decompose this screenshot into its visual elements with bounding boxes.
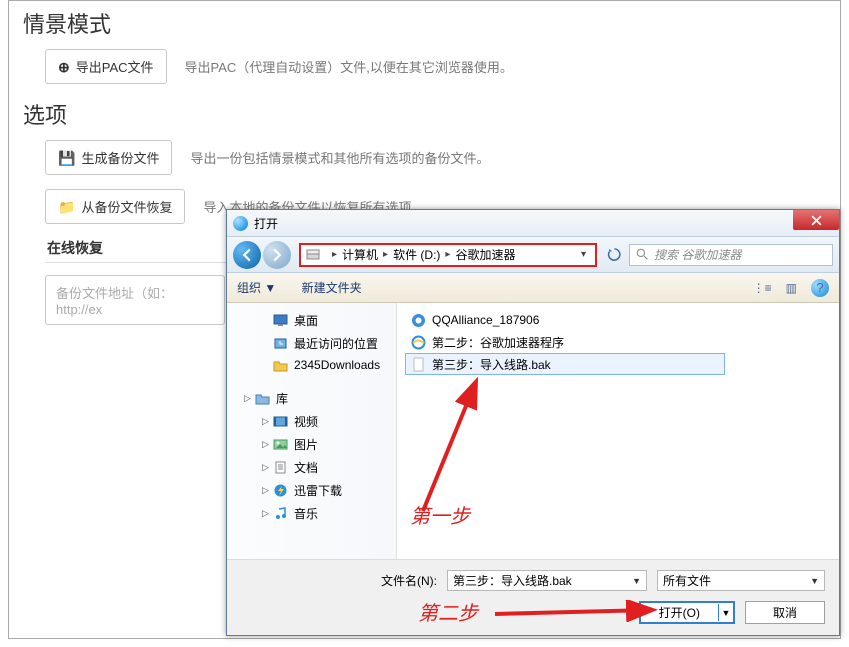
new-folder-button[interactable]: 新建文件夹 <box>302 281 362 295</box>
app-icon <box>233 216 248 231</box>
thunder-icon <box>272 484 288 498</box>
button-label: 生成备份文件 <box>81 148 159 167</box>
file-list[interactable]: QQAlliance_187906 第二步：谷歌加速器程序第三步：导入线路.bak <box>397 303 839 559</box>
download-icon: ⊕ <box>58 60 70 74</box>
tree-item[interactable]: ▷音乐 <box>231 502 392 525</box>
filename-input[interactable]: 第三步：导入线路.bak ▼ <box>447 570 647 591</box>
tree-item[interactable]: ▷文档 <box>231 456 392 479</box>
chevron-down-icon[interactable]: ▼ <box>632 576 641 586</box>
tree-item-label: 2345Downloads <box>294 358 380 372</box>
restore-local-button[interactable]: 📁 从备份文件恢复 <box>45 189 185 224</box>
tree-item[interactable]: ▷视频 <box>231 410 392 433</box>
tree-item-label: 音乐 <box>294 505 318 522</box>
scene-mode-heading: 情景模式 <box>23 7 840 39</box>
open-button-label: 打开(O) <box>641 604 719 621</box>
refresh-icon <box>607 247 622 262</box>
crumb-drive[interactable]: 软件 (D:) <box>393 246 440 263</box>
breadcrumb-sep-icon: ▸ <box>332 249 337 260</box>
options-heading: 选项 <box>23 98 840 130</box>
export-pac-button[interactable]: ⊕ 导出PAC文件 <box>45 49 167 84</box>
breadcrumb-drop-icon[interactable]: ▾ <box>581 249 586 260</box>
chevron-down-icon[interactable]: ▼ <box>719 608 733 618</box>
search-icon <box>636 248 649 261</box>
filename-value: 第三步：导入线路.bak <box>453 572 572 589</box>
open-button[interactable]: 打开(O) ▼ <box>639 601 735 624</box>
search-placeholder: 搜索 谷歌加速器 <box>654 246 741 263</box>
crumb-folder[interactable]: 谷歌加速器 <box>455 246 515 263</box>
tree-item[interactable]: ▷图片 <box>231 433 392 456</box>
tree-item[interactable]: ▷库 <box>231 387 392 410</box>
cancel-button[interactable]: 取消 <box>745 601 825 624</box>
library-icon <box>254 392 270 406</box>
tree-item-label: 文档 <box>294 459 318 476</box>
nav-forward-button[interactable] <box>263 241 291 269</box>
filename-label: 文件名(N): <box>381 572 437 589</box>
filter-label: 所有文件 <box>663 572 711 589</box>
tree-item[interactable]: ▷迅雷下载 <box>231 479 392 502</box>
document-icon <box>272 461 288 475</box>
file-item-label: 第三步：导入线路.bak <box>432 356 551 373</box>
tree-item-label: 桌面 <box>294 312 318 329</box>
tree-item-label: 迅雷下载 <box>294 482 342 499</box>
nav-back-button[interactable] <box>233 241 261 269</box>
dialog-title: 打开 <box>254 215 278 232</box>
generate-backup-desc: 导出一份包括情景模式和其他所有选项的备份文件。 <box>190 148 489 167</box>
search-input[interactable]: 搜索 谷歌加速器 <box>629 244 833 266</box>
qq-icon <box>410 312 426 328</box>
save-icon: 💾 <box>58 151 75 165</box>
help-button[interactable]: ? <box>811 279 829 297</box>
filetype-select[interactable]: 所有文件 ▼ <box>657 570 825 591</box>
dialog-titlebar: 打开 <box>227 210 839 237</box>
open-file-dialog: 打开 ▸ 计算机 ▸ 软件 (D:) ▸ 谷歌加速器 ▾ 搜索 <box>226 209 840 636</box>
file-item-label: QQAlliance_187906 <box>432 313 539 327</box>
tree-item[interactable]: 最近访问的位置 <box>231 332 392 355</box>
tree-item[interactable]: 2345Downloads <box>231 355 392 375</box>
file-item[interactable]: QQAlliance_187906 <box>405 309 831 331</box>
recent-icon <box>272 337 288 351</box>
file-item[interactable]: 第二步：谷歌加速器程序 <box>405 331 831 353</box>
folder-icon: 📁 <box>58 200 75 214</box>
restore-online-input[interactable]: 备份文件地址（如：http://ex <box>45 275 225 325</box>
generate-backup-button[interactable]: 💾 生成备份文件 <box>45 140 172 175</box>
tree-item-label: 视频 <box>294 413 318 430</box>
video-icon <box>272 415 288 429</box>
organize-menu[interactable]: 组织 ▼ <box>237 281 276 295</box>
folder-tree[interactable]: 桌面最近访问的位置 2345Downloads ▷库▷视频▷图片▷文档▷迅雷下载▷音… <box>227 303 397 559</box>
chevron-down-icon[interactable]: ▼ <box>810 576 819 586</box>
export-pac-desc: 导出PAC（代理自动设置）文件,以便在其它浏览器使用。 <box>185 57 513 76</box>
arrow-left-icon <box>240 248 254 262</box>
arrow-right-icon <box>270 248 284 262</box>
button-label: 导出PAC文件 <box>76 57 154 76</box>
tree-item[interactable]: 桌面 <box>231 309 392 332</box>
close-icon <box>811 215 822 226</box>
drive-icon <box>305 248 321 262</box>
toolbar: 组织 ▼ 新建文件夹 ⋮≡ ▥ ? <box>227 273 839 303</box>
button-label: 从备份文件恢复 <box>81 197 172 216</box>
breadcrumb-sep-icon: ▸ <box>383 249 388 260</box>
music-icon <box>272 507 288 521</box>
ie-icon <box>410 334 426 350</box>
crumb-computer[interactable]: 计算机 <box>342 246 378 263</box>
close-button[interactable] <box>793 210 839 230</box>
breadcrumb[interactable]: ▸ 计算机 ▸ 软件 (D:) ▸ 谷歌加速器 ▾ <box>299 243 597 267</box>
tree-item-label: 图片 <box>294 436 318 453</box>
desktop-icon <box>272 314 288 328</box>
tree-item-label: 库 <box>276 390 288 407</box>
tree-item-label: 最近访问的位置 <box>294 335 378 352</box>
refresh-button[interactable] <box>603 245 625 265</box>
view-layout-button[interactable]: ▥ <box>786 281 797 295</box>
dialog-footer: 文件名(N): 第三步：导入线路.bak ▼ 所有文件 ▼ 打开(O) ▼ 取消 <box>227 559 839 635</box>
view-list-button[interactable]: ⋮≡ <box>753 281 772 295</box>
picture-icon <box>272 438 288 452</box>
breadcrumb-sep-icon: ▸ <box>445 249 450 260</box>
blank-icon <box>410 356 426 372</box>
file-item-label: 第二步：谷歌加速器程序 <box>432 334 564 351</box>
navigation-bar: ▸ 计算机 ▸ 软件 (D:) ▸ 谷歌加速器 ▾ 搜索 谷歌加速器 <box>227 237 839 273</box>
restore-online-label: 在线恢复 <box>47 240 103 256</box>
folder-icon <box>272 358 288 372</box>
file-item[interactable]: 第三步：导入线路.bak <box>405 353 725 375</box>
